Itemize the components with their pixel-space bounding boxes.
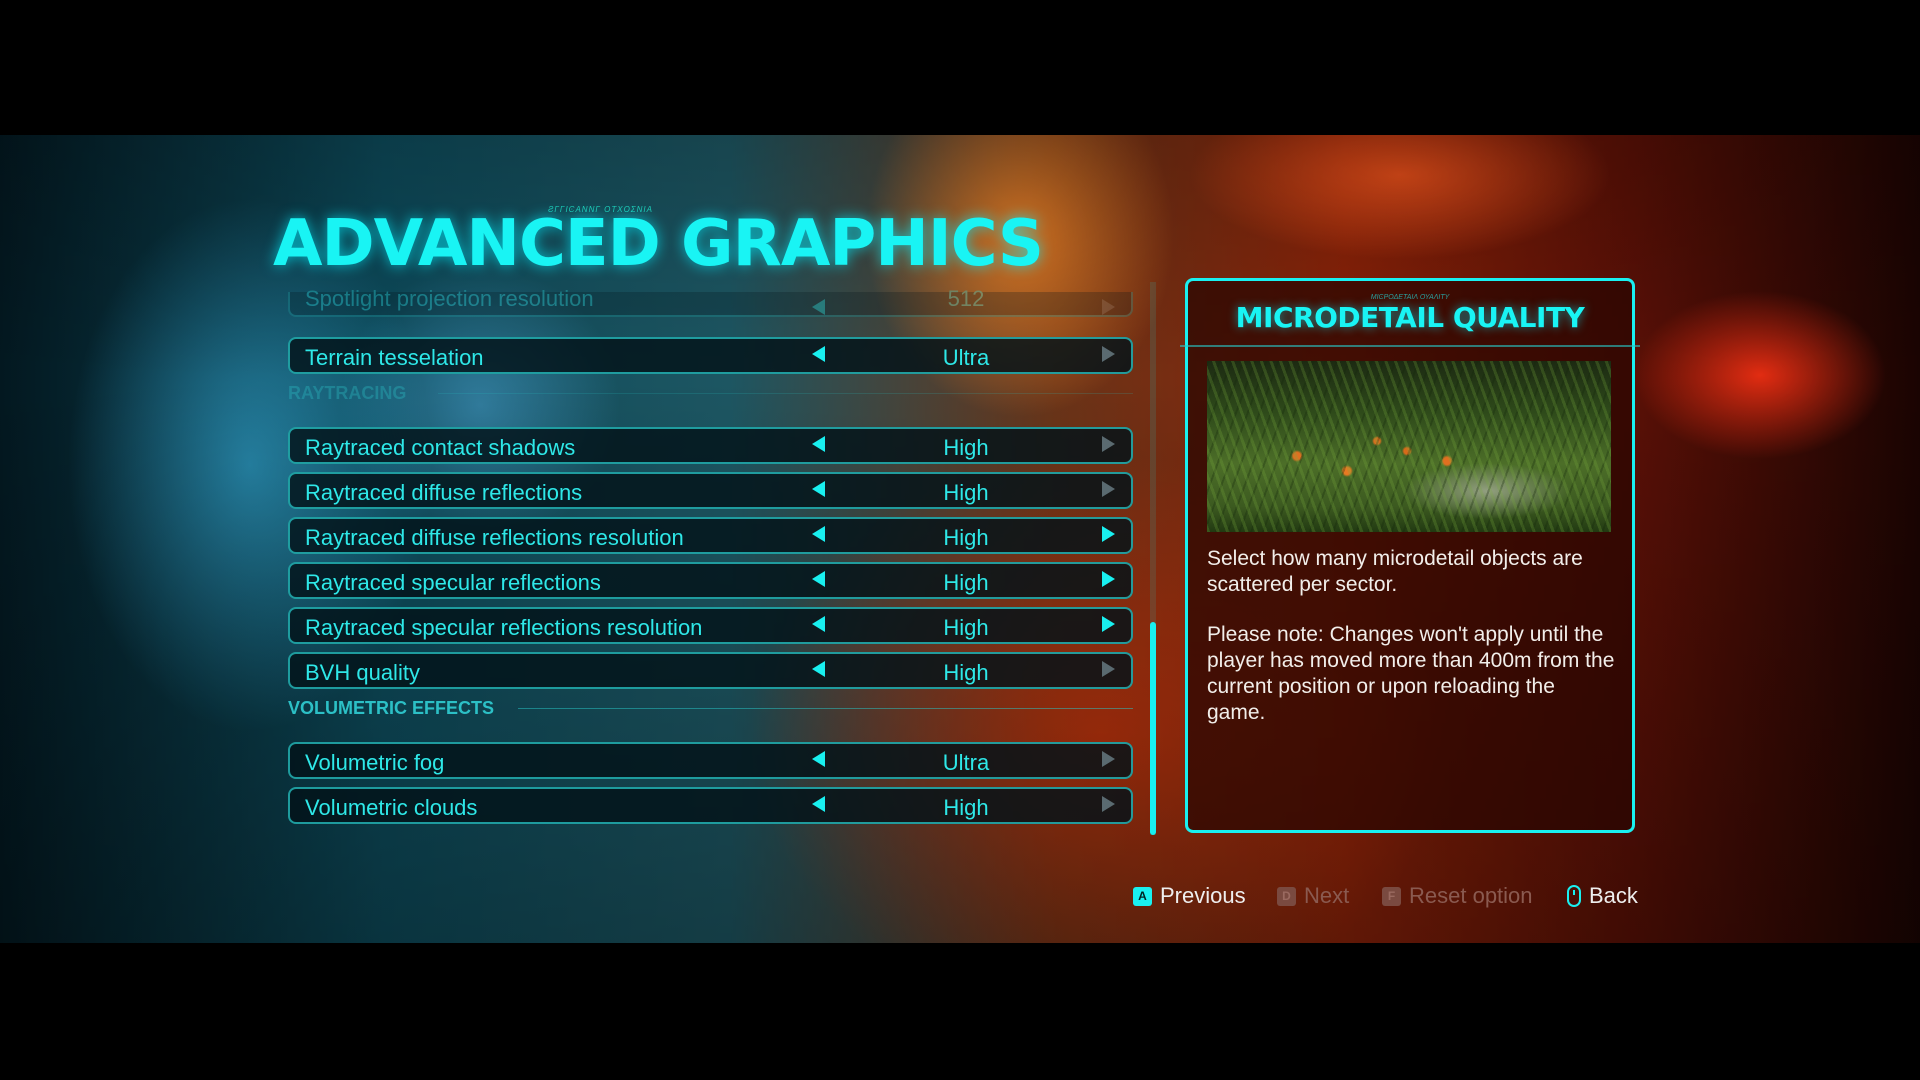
previous-button[interactable]: A Previous bbox=[1133, 882, 1246, 910]
next-button[interactable]: D Next bbox=[1277, 882, 1349, 910]
next-label: Next bbox=[1304, 883, 1350, 908]
setting-row[interactable]: Terrain tesselation Ultra bbox=[288, 337, 1133, 374]
arrow-left-icon[interactable] bbox=[812, 436, 825, 452]
setting-label: Volumetric fog bbox=[305, 750, 445, 775]
setting-value: High bbox=[943, 435, 989, 460]
setting-label: Raytraced specular reflections resolutio… bbox=[305, 615, 703, 640]
setting-value: Ultra bbox=[942, 750, 990, 775]
section-header: RAYTRACING bbox=[288, 383, 1133, 403]
setting-row[interactable]: Raytraced contact shadows High bbox=[288, 427, 1133, 464]
setting-value: High bbox=[943, 795, 989, 820]
key-d-icon: D bbox=[1277, 886, 1296, 906]
arrow-left-icon[interactable] bbox=[812, 796, 825, 812]
arrow-right-icon[interactable] bbox=[1102, 299, 1115, 315]
back-button[interactable]: Back bbox=[1567, 882, 1638, 910]
arrow-left-icon[interactable] bbox=[812, 661, 825, 677]
arrow-left-icon[interactable] bbox=[812, 299, 825, 315]
previous-label: Previous bbox=[1160, 883, 1246, 908]
setting-value: High bbox=[943, 570, 989, 595]
panel-note: Please note: Changes won't apply until t… bbox=[1207, 623, 1615, 724]
setting-row[interactable]: Raytraced specular reflections resolutio… bbox=[288, 607, 1133, 644]
info-panel: ΜΙϾΡΟΔΕΤΑΙΛ ΟΥΑΛΙΤΥ MICRODETAIL QUALITY … bbox=[1180, 278, 1640, 833]
arrow-left-icon[interactable] bbox=[812, 526, 825, 542]
arrow-left-icon[interactable] bbox=[812, 346, 825, 362]
setting-label: Raytraced contact shadows bbox=[305, 435, 576, 460]
setting-value: 512 bbox=[947, 286, 985, 311]
setting-row[interactable]: Raytraced specular reflections High bbox=[288, 562, 1133, 599]
setting-label: Spotlight projection resolution bbox=[305, 286, 594, 311]
setting-row[interactable]: Spotlight projection resolution 512 bbox=[288, 286, 1133, 317]
divider bbox=[1180, 345, 1640, 347]
setting-row[interactable]: Raytraced diffuse reflections resolution… bbox=[288, 517, 1133, 554]
scrollbar-thumb[interactable] bbox=[1150, 622, 1156, 835]
section-divider bbox=[518, 708, 1133, 709]
arrow-right-icon[interactable] bbox=[1102, 661, 1115, 677]
setting-label: Raytraced diffuse reflections resolution bbox=[305, 525, 684, 550]
setting-row[interactable]: Volumetric fog Ultra bbox=[288, 742, 1133, 779]
section-title: VOLUMETRIC EFFECTS bbox=[288, 698, 494, 718]
arrow-left-icon[interactable] bbox=[812, 481, 825, 497]
scrollbar[interactable] bbox=[1150, 282, 1156, 835]
arrow-left-icon[interactable] bbox=[812, 571, 825, 587]
section-title: RAYTRACING bbox=[288, 383, 407, 403]
reset-label: Reset option bbox=[1409, 883, 1533, 908]
arrow-right-icon[interactable] bbox=[1102, 526, 1115, 542]
setting-label: Terrain tesselation bbox=[305, 345, 484, 370]
setting-row[interactable]: BVH quality High bbox=[288, 652, 1133, 689]
arrow-left-icon[interactable] bbox=[812, 616, 825, 632]
arrow-right-icon[interactable] bbox=[1102, 616, 1115, 632]
section-header: VOLUMETRIC EFFECTS bbox=[288, 698, 1133, 718]
setting-value: High bbox=[943, 660, 989, 685]
reset-option-button[interactable]: F Reset option bbox=[1382, 882, 1533, 910]
back-label: Back bbox=[1589, 883, 1638, 908]
setting-row[interactable]: Raytraced diffuse reflections High bbox=[288, 472, 1133, 509]
arrow-right-icon[interactable] bbox=[1102, 481, 1115, 497]
arrow-left-icon[interactable] bbox=[812, 751, 825, 767]
preview-image bbox=[1207, 361, 1611, 532]
mouse-icon bbox=[1567, 885, 1581, 907]
arrow-right-icon[interactable] bbox=[1102, 571, 1115, 587]
setting-label: Raytraced specular reflections bbox=[305, 570, 601, 595]
setting-value: High bbox=[943, 480, 989, 505]
key-a-icon: A bbox=[1133, 886, 1152, 906]
arrow-right-icon[interactable] bbox=[1102, 796, 1115, 812]
arrow-right-icon[interactable] bbox=[1102, 436, 1115, 452]
setting-label: Raytraced diffuse reflections bbox=[305, 480, 583, 505]
panel-description: Select how many microdetail objects are … bbox=[1207, 547, 1583, 596]
panel-title: MICRODETAIL QUALITY bbox=[1235, 301, 1585, 334]
section-divider bbox=[438, 393, 1133, 394]
arrow-right-icon[interactable] bbox=[1102, 346, 1115, 362]
setting-value: Ultra bbox=[942, 345, 990, 370]
panel-glyphs: ΜΙϾΡΟΔΕΤΑΙΛ ΟΥΑΛΙΤΥ bbox=[1370, 294, 1450, 301]
key-f-icon: F bbox=[1382, 886, 1401, 906]
setting-value: High bbox=[943, 615, 989, 640]
setting-label: Volumetric clouds bbox=[305, 795, 478, 820]
arrow-right-icon[interactable] bbox=[1102, 751, 1115, 767]
setting-label: BVH quality bbox=[305, 660, 420, 685]
setting-row[interactable]: Volumetric clouds High bbox=[288, 787, 1133, 824]
setting-value: High bbox=[943, 525, 989, 550]
page-title: ADVANCED GRAPHICS bbox=[273, 207, 1044, 281]
